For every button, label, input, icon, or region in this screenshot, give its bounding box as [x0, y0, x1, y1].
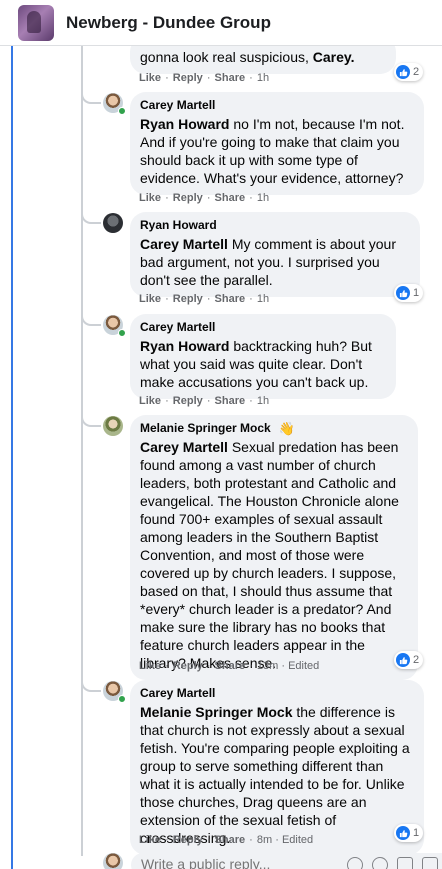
comment-timestamp[interactable]: 13m · Edited	[257, 660, 319, 672]
comment-bubble: Carey Martell Ryan Howard backtracking h…	[130, 314, 396, 399]
comment-text: gonna look real suspicious, Carey.	[140, 49, 355, 65]
comment-text: Carey Martell My comment is about your b…	[140, 236, 396, 288]
like-button[interactable]: Like	[139, 834, 161, 846]
comment-bubble: Carey Martell Melanie Springer Mock the …	[130, 680, 424, 855]
share-button[interactable]: Share	[215, 660, 246, 672]
like-button[interactable]: Like	[139, 395, 161, 407]
group-thumbnail[interactable]	[18, 4, 54, 41]
wave-icon: 👋	[278, 421, 295, 436]
comment-text: Ryan Howard no I'm not, because I'm not.…	[140, 116, 405, 186]
comment-author[interactable]: Carey Martell	[140, 320, 384, 335]
like-reaction-icon	[396, 826, 410, 840]
reaction-count[interactable]: 2	[394, 651, 424, 669]
reaction-count[interactable]: 2	[394, 63, 424, 81]
reply-composer	[103, 851, 442, 869]
comment-author: Melanie Springer Mock 👋	[140, 421, 295, 436]
reply-button[interactable]: Reply	[173, 660, 203, 672]
reply-button[interactable]: Reply	[173, 293, 203, 305]
like-button[interactable]: Like	[139, 192, 161, 204]
comment-text: Ryan Howard backtracking huh? But what y…	[140, 338, 372, 390]
comment-bubble: Melanie Springer Mock 👋 Carey Martell Sex…	[130, 415, 418, 680]
gif-icon[interactable]	[397, 857, 413, 869]
reaction-count[interactable]: 1	[394, 284, 424, 302]
share-button[interactable]: Share	[215, 834, 246, 846]
share-button[interactable]: Share	[215, 293, 246, 305]
comment-text: Carey Martell Sexual predation has been …	[140, 439, 399, 671]
emoji-icon[interactable]	[347, 857, 363, 869]
reply-button[interactable]: Reply	[173, 192, 203, 204]
online-status-dot	[118, 695, 126, 703]
mention-link[interactable]: Melanie Springer Mock	[140, 704, 292, 720]
like-button[interactable]: Like	[139, 293, 161, 305]
comment-actions: Like · Reply · Share · 1h	[139, 395, 270, 407]
comment-actions: Like · Reply · Share · 13m · Edited	[139, 660, 320, 672]
thread-indicator-line	[11, 46, 13, 869]
avatar[interactable]	[103, 213, 123, 233]
comment-bubble: Ryan Howard Carey Martell My comment is …	[130, 212, 420, 297]
comment-timestamp[interactable]: 1h	[257, 192, 269, 204]
thread-branch	[81, 210, 101, 224]
thread-branch	[81, 678, 101, 692]
reply-tools	[347, 857, 438, 869]
share-button[interactable]: Share	[215, 72, 246, 84]
like-reaction-icon	[396, 286, 410, 300]
comment-author[interactable]: Ryan Howard	[140, 218, 408, 233]
mention-link[interactable]: Carey Martell	[140, 439, 228, 455]
mention-link[interactable]: Ryan Howard	[140, 338, 229, 354]
online-status-dot	[118, 329, 126, 337]
mention-link[interactable]: Ryan Howard	[140, 116, 229, 132]
share-button[interactable]: Share	[215, 395, 246, 407]
like-reaction-icon	[396, 65, 410, 79]
avatar[interactable]	[103, 416, 123, 436]
comment-timestamp[interactable]: 1h	[257, 72, 269, 84]
share-button[interactable]: Share	[215, 192, 246, 204]
reply-button[interactable]: Reply	[173, 72, 203, 84]
group-header: Newberg - Dundee Group	[0, 0, 442, 46]
comment-timestamp[interactable]: 1h	[257, 395, 269, 407]
reply-button[interactable]: Reply	[173, 834, 203, 846]
comment-actions: Like · Reply · Share · 8m · Edited	[139, 834, 314, 846]
like-button[interactable]: Like	[139, 660, 161, 672]
reply-box[interactable]	[131, 853, 442, 869]
current-user-avatar	[103, 853, 123, 869]
comment-actions: Like · Reply · Share · 1h	[139, 192, 270, 204]
sticker-icon[interactable]	[422, 857, 438, 869]
thread-branch	[81, 90, 101, 104]
mention-link[interactable]: Carey.	[313, 49, 355, 65]
like-button[interactable]: Like	[139, 72, 161, 84]
group-title[interactable]: Newberg - Dundee Group	[66, 13, 271, 33]
online-status-dot	[118, 107, 126, 115]
reply-thread-line	[81, 46, 83, 856]
mention-link[interactable]: Carey Martell	[140, 236, 228, 252]
thread-branch	[81, 312, 101, 326]
comment-actions: Like · Reply · Share · 1h	[139, 293, 270, 305]
comment-timestamp[interactable]: 1h	[257, 293, 269, 305]
reply-button[interactable]: Reply	[173, 395, 203, 407]
comment-text: Melanie Springer Mock the difference is …	[140, 704, 410, 846]
comment-author[interactable]: Carey Martell	[140, 98, 412, 113]
reaction-count[interactable]: 1	[394, 824, 424, 842]
comment-timestamp[interactable]: 8m · Edited	[257, 834, 313, 846]
camera-icon[interactable]	[372, 857, 388, 869]
thread-branch	[81, 413, 101, 427]
like-reaction-icon	[396, 653, 410, 667]
comment-author[interactable]: Carey Martell	[140, 686, 412, 701]
comment-bubble: Carey Martell Ryan Howard no I'm not, be…	[130, 92, 424, 195]
comment-actions: Like · Reply · Share · 1h	[139, 72, 270, 84]
reply-input[interactable]	[141, 856, 341, 869]
